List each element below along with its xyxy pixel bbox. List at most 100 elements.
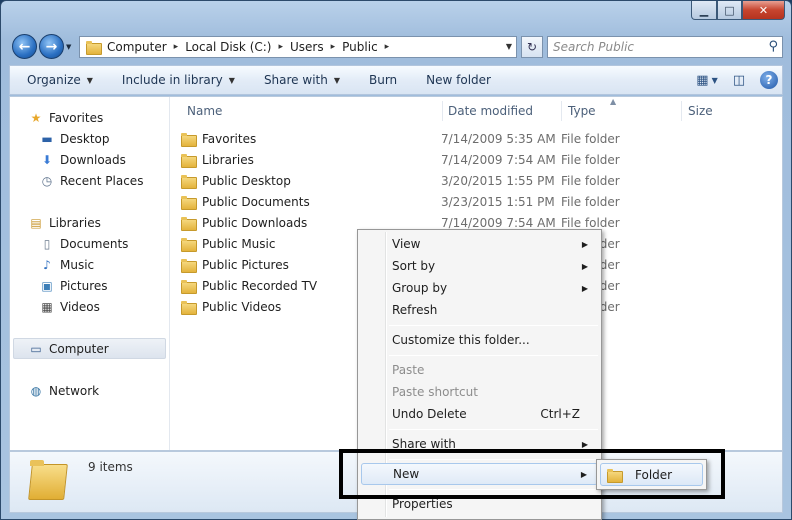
menu-label: Properties — [392, 497, 453, 511]
sidebar-item-pictures[interactable]: ▣ Pictures — [39, 275, 107, 296]
menu-item-group-by[interactable]: Group by ▶ — [361, 277, 598, 299]
caption-buttons: ▁ □ ✕ — [691, 1, 785, 20]
file-name: Public Downloads — [202, 215, 308, 230]
sidebar-item-downloads[interactable]: ⬇ Downloads — [39, 149, 126, 170]
documents-icon: ▯ — [43, 236, 51, 251]
sidebar-label: Recent Places — [60, 173, 144, 188]
sidebar-label: Downloads — [60, 152, 126, 167]
breadcrumb-label: Computer — [107, 40, 167, 54]
file-row[interactable]: Public Documents 3/23/2015 1:51 PM File … — [181, 191, 671, 212]
breadcrumb-public[interactable]: Public ▸ — [342, 40, 396, 54]
sidebar-label: Computer — [49, 341, 109, 356]
folder-icon — [181, 195, 197, 210]
file-date: 7/14/2009 5:35 AM — [441, 131, 556, 146]
include-in-library-button[interactable]: Include in library ▼ — [105, 73, 247, 87]
submenu-arrow-icon: ▶ — [581, 283, 588, 293]
new-folder-button[interactable]: New folder — [409, 73, 503, 87]
breadcrumb-label: Users — [290, 40, 324, 54]
sidebar-item-videos[interactable]: ▦ Videos — [39, 296, 100, 317]
breadcrumb-chevron-icon[interactable]: ▸ — [174, 42, 179, 52]
sidebar-item-desktop[interactable]: ▬ Desktop — [39, 128, 109, 149]
sidebar-label: Network — [49, 383, 100, 398]
forward-button[interactable]: → — [39, 34, 64, 59]
sidebar-item-recent-places[interactable]: ◷ Recent Places — [39, 170, 144, 191]
file-name: Public Pictures — [202, 257, 289, 272]
recent-pages-dropdown[interactable]: ▼ — [66, 43, 76, 53]
menu-item-refresh[interactable]: Refresh — [361, 299, 598, 321]
change-view-button[interactable]: ▦ ▼ — [696, 70, 718, 90]
column-label: Size — [688, 104, 713, 118]
address-bar[interactable]: Computer ▸ Local Disk (C:) ▸ Users ▸ Public… — [79, 36, 517, 58]
file-row[interactable]: Favorites 7/14/2009 5:35 AM File folder — [181, 128, 671, 149]
sidebar-item-documents[interactable]: ▯ Documents — [39, 233, 129, 254]
menu-item-paste-shortcut: Paste shortcut — [361, 381, 598, 403]
column-header-date-modified[interactable]: Date modified — [440, 101, 562, 121]
refresh-button[interactable]: ↻ — [521, 36, 543, 58]
help-button[interactable]: ? — [760, 71, 778, 89]
file-name: Public Documents — [202, 194, 310, 209]
breadcrumb-chevron-icon[interactable]: ▸ — [278, 42, 283, 52]
organize-button[interactable]: Organize ▼ — [10, 73, 105, 87]
file-type: File folder — [561, 173, 620, 188]
sidebar-item-favorites[interactable]: ★ Favorites — [28, 107, 104, 128]
file-name: Favorites — [202, 131, 257, 146]
menu-label: Group by — [392, 281, 448, 295]
menu-item-customize[interactable]: Customize this folder... — [361, 329, 598, 351]
star-icon: ★ — [30, 110, 42, 125]
maximize-button[interactable]: □ — [717, 1, 742, 20]
breadcrumb-local-disk[interactable]: Local Disk (C:) ▸ — [185, 40, 290, 54]
breadcrumb-computer[interactable]: Computer ▸ — [107, 40, 185, 54]
breadcrumb-chevron-icon[interactable]: ▸ — [331, 42, 336, 52]
column-header-size[interactable]: Size — [680, 101, 780, 121]
file-row[interactable]: Public Desktop 3/20/2015 1:55 PM File fo… — [181, 170, 671, 191]
burn-button[interactable]: Burn — [352, 73, 409, 87]
navigation-pane: ★ Favorites ▬ Desktop ⬇ Downloads ◷ Recent P… — [10, 97, 170, 450]
music-icon: ♪ — [43, 257, 51, 272]
breadcrumb-users[interactable]: Users ▸ — [290, 40, 342, 54]
views-icon: ▦ — [696, 72, 709, 88]
sidebar-item-computer[interactable]: ▭ Computer — [13, 338, 166, 359]
sidebar-item-network[interactable]: ◍ Network — [28, 380, 99, 401]
column-label: Type — [568, 104, 596, 118]
chevron-down-icon: ▼ — [333, 75, 340, 85]
share-with-button[interactable]: Share with ▼ — [247, 73, 352, 87]
folder-icon — [181, 132, 197, 147]
libraries-icon: ▤ — [30, 215, 42, 230]
folder-icon — [181, 174, 197, 189]
sidebar-label: Documents — [60, 236, 129, 251]
menu-label: View — [392, 237, 421, 251]
submenu-arrow-icon: ▶ — [581, 239, 588, 249]
preview-pane-icon: ◫ — [732, 72, 746, 88]
address-dropdown-icon[interactable]: ▼ — [506, 42, 512, 51]
annotation-highlight-box — [339, 449, 725, 499]
folder-icon — [86, 41, 102, 55]
search-icon[interactable]: ⚲ — [768, 39, 778, 54]
close-button[interactable]: ✕ — [742, 1, 785, 20]
back-arrow-icon: ← — [18, 38, 31, 55]
file-type: File folder — [561, 194, 620, 209]
sidebar-item-music[interactable]: ♪ Music — [39, 254, 94, 275]
search-input[interactable]: Search Public ⚲ — [547, 36, 783, 58]
sidebar-item-libraries[interactable]: ▤ Libraries — [28, 212, 101, 233]
menu-item-view[interactable]: View ▶ — [361, 233, 598, 255]
breadcrumb-label: Public — [342, 40, 378, 54]
preview-pane-button[interactable]: ◫ — [728, 70, 750, 90]
folder-icon — [181, 300, 197, 315]
folder-icon — [181, 237, 197, 252]
file-date: 3/23/2015 1:51 PM — [441, 194, 555, 209]
column-header-type[interactable]: Type ▲ — [560, 97, 682, 121]
back-button[interactable]: ← — [12, 34, 37, 59]
menu-item-undo-delete[interactable]: Undo Delete Ctrl+Z — [361, 403, 598, 425]
menu-item-sort-by[interactable]: Sort by ▶ — [361, 255, 598, 277]
sidebar-label: Favorites — [49, 110, 104, 125]
sidebar-label: Videos — [60, 299, 100, 314]
folder-icon — [181, 216, 197, 231]
column-header-name[interactable]: Name — [179, 101, 443, 121]
column-label: Date modified — [448, 104, 534, 118]
menu-separator — [389, 355, 598, 356]
file-row[interactable]: Libraries 7/14/2009 7:54 AM File folder — [181, 149, 671, 170]
search-placeholder: Search Public — [553, 40, 635, 54]
breadcrumb-chevron-icon[interactable]: ▸ — [385, 42, 390, 52]
menu-label: Refresh — [392, 303, 438, 317]
minimize-button[interactable]: ▁ — [691, 1, 717, 20]
